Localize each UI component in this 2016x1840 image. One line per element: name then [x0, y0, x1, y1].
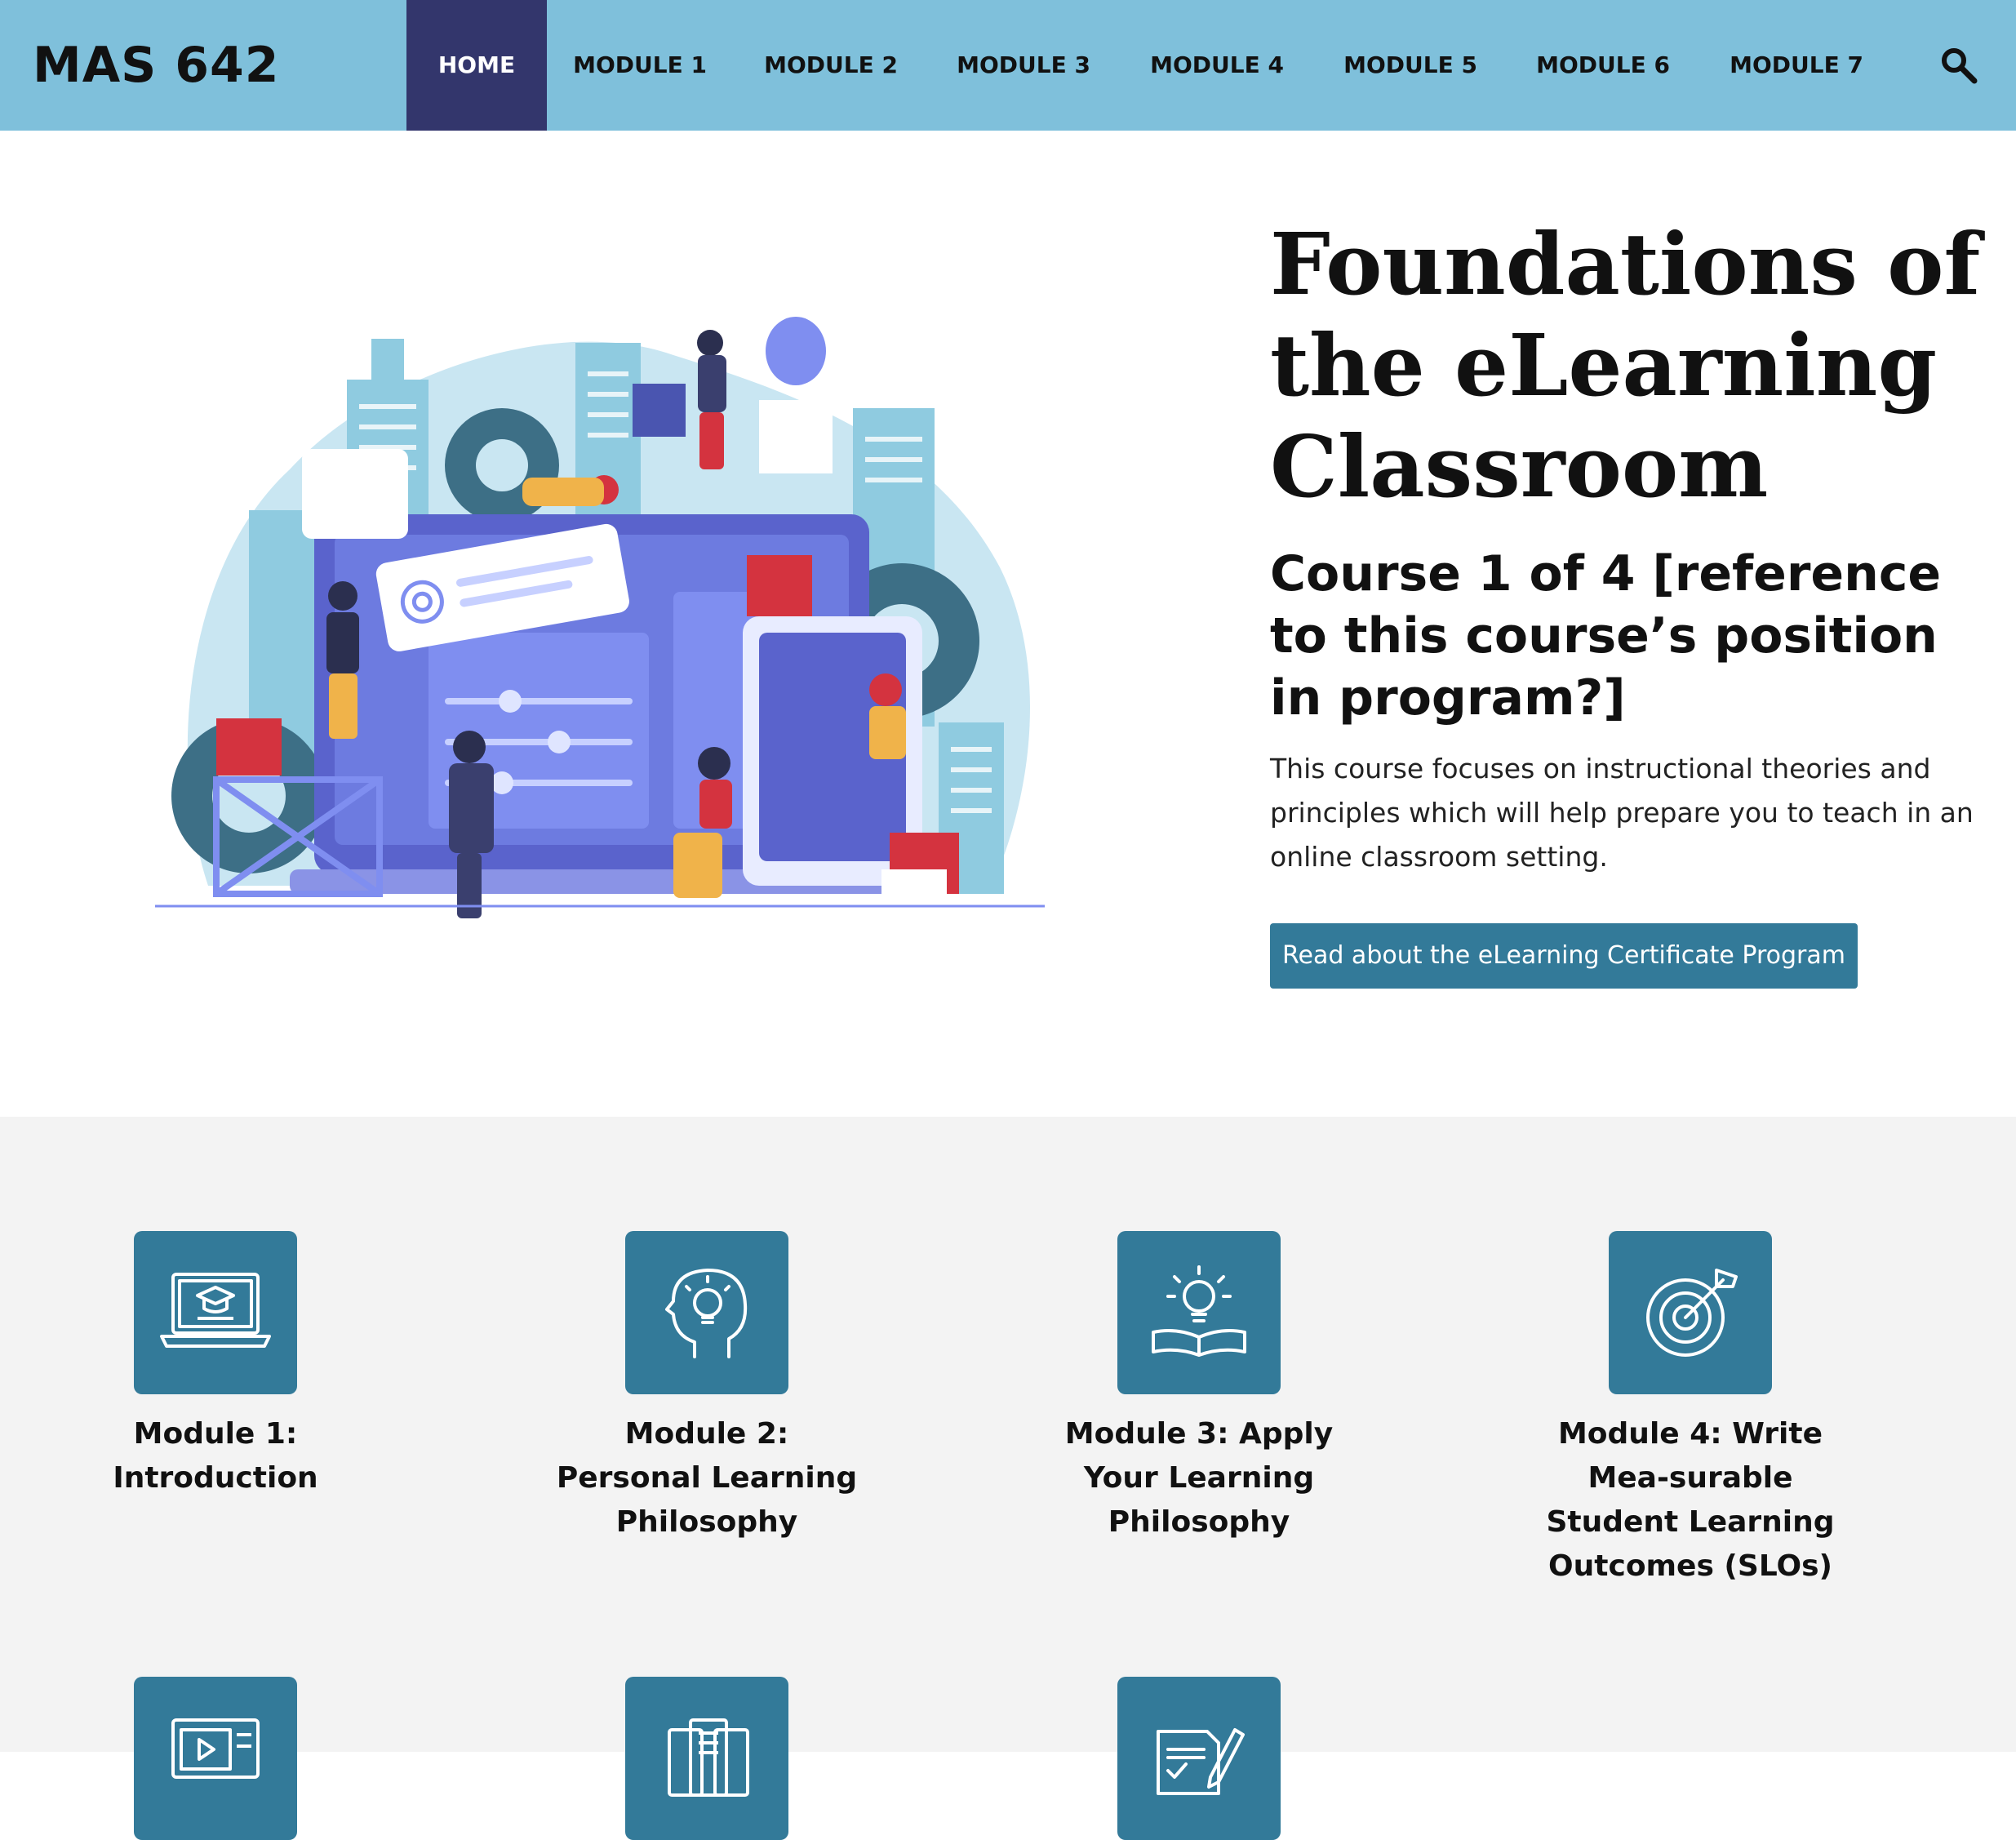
nav-module-5[interactable]: MODULE 5 — [1330, 0, 1490, 131]
search-icon — [1942, 48, 1978, 84]
nav-module-3[interactable]: MODULE 3 — [944, 0, 1103, 131]
site-header: MAS 642 HOME MODULE 1 MODULE 2 MODULE 3 … — [0, 0, 2016, 131]
module-1-title[interactable]: Module 1: Introduction — [11, 1412, 420, 1500]
nav-module-1[interactable]: MODULE 1 — [562, 0, 718, 131]
course-position-heading: Course 1 of 4 [reference to this course’… — [1270, 545, 1942, 727]
module-4-icon-tile[interactable] — [1609, 1231, 1772, 1394]
nav-module-7[interactable]: MODULE 7 — [1716, 0, 1876, 131]
module-card-3[interactable]: Module 3: Apply Your Learning Philosophy — [995, 1231, 1403, 1590]
module-7-icon-tile[interactable] — [1117, 1677, 1281, 1840]
course-description: This course focuses on instructional the… — [1270, 753, 1974, 873]
module-card-6[interactable] — [503, 1677, 911, 1840]
video-lesson-icon — [171, 1718, 260, 1779]
module-1-icon-tile[interactable] — [134, 1231, 297, 1394]
module-card-5[interactable] — [11, 1677, 420, 1840]
lightbulb-book-icon — [1152, 1265, 1246, 1357]
search-button[interactable] — [1938, 45, 1979, 86]
hero-illustration — [155, 317, 1045, 931]
site-title[interactable]: MAS 642 — [33, 34, 280, 96]
module-card-2[interactable]: Module 2: Personal Learning Philosophy — [503, 1231, 911, 1590]
module-5-icon-tile[interactable] — [134, 1677, 297, 1840]
module-2-icon-tile[interactable] — [625, 1231, 788, 1394]
laptop-graduation-cap-icon — [160, 1273, 271, 1348]
module-4-title[interactable]: Module 4: Write Mea-surable Student Lear… — [1486, 1412, 1894, 1589]
nav-module-6[interactable]: MODULE 6 — [1523, 0, 1683, 131]
module-6-icon-tile[interactable] — [625, 1677, 788, 1840]
nav-home[interactable]: HOME — [406, 0, 547, 131]
nav-module-2[interactable]: MODULE 2 — [751, 0, 911, 131]
nav-module-4[interactable]: MODULE 4 — [1137, 0, 1297, 131]
module-3-icon-tile[interactable] — [1117, 1231, 1281, 1394]
documents-icon — [668, 1718, 749, 1797]
module-card-4[interactable]: Module 4: Write Mea-surable Student Lear… — [1486, 1231, 1894, 1623]
assignment-pen-icon — [1157, 1728, 1245, 1795]
read-certificate-program-button[interactable]: Read about the eLearning Certificate Pro… — [1270, 923, 1858, 989]
modules-section: Module 1: Introduction Module 2: Persona… — [0, 1117, 2016, 1840]
target-arrow-icon — [1646, 1269, 1738, 1357]
module-3-title[interactable]: Module 3: Apply Your Learning Philosophy — [995, 1412, 1403, 1544]
page-title: Foundations of the eLearning Classroom — [1270, 214, 1981, 517]
module-card-1[interactable]: Module 1: Introduction — [11, 1231, 420, 1590]
module-card-7[interactable] — [995, 1677, 1403, 1840]
module-2-title[interactable]: Module 2: Personal Learning Philosophy — [503, 1412, 911, 1544]
head-lightbulb-icon — [665, 1269, 748, 1358]
